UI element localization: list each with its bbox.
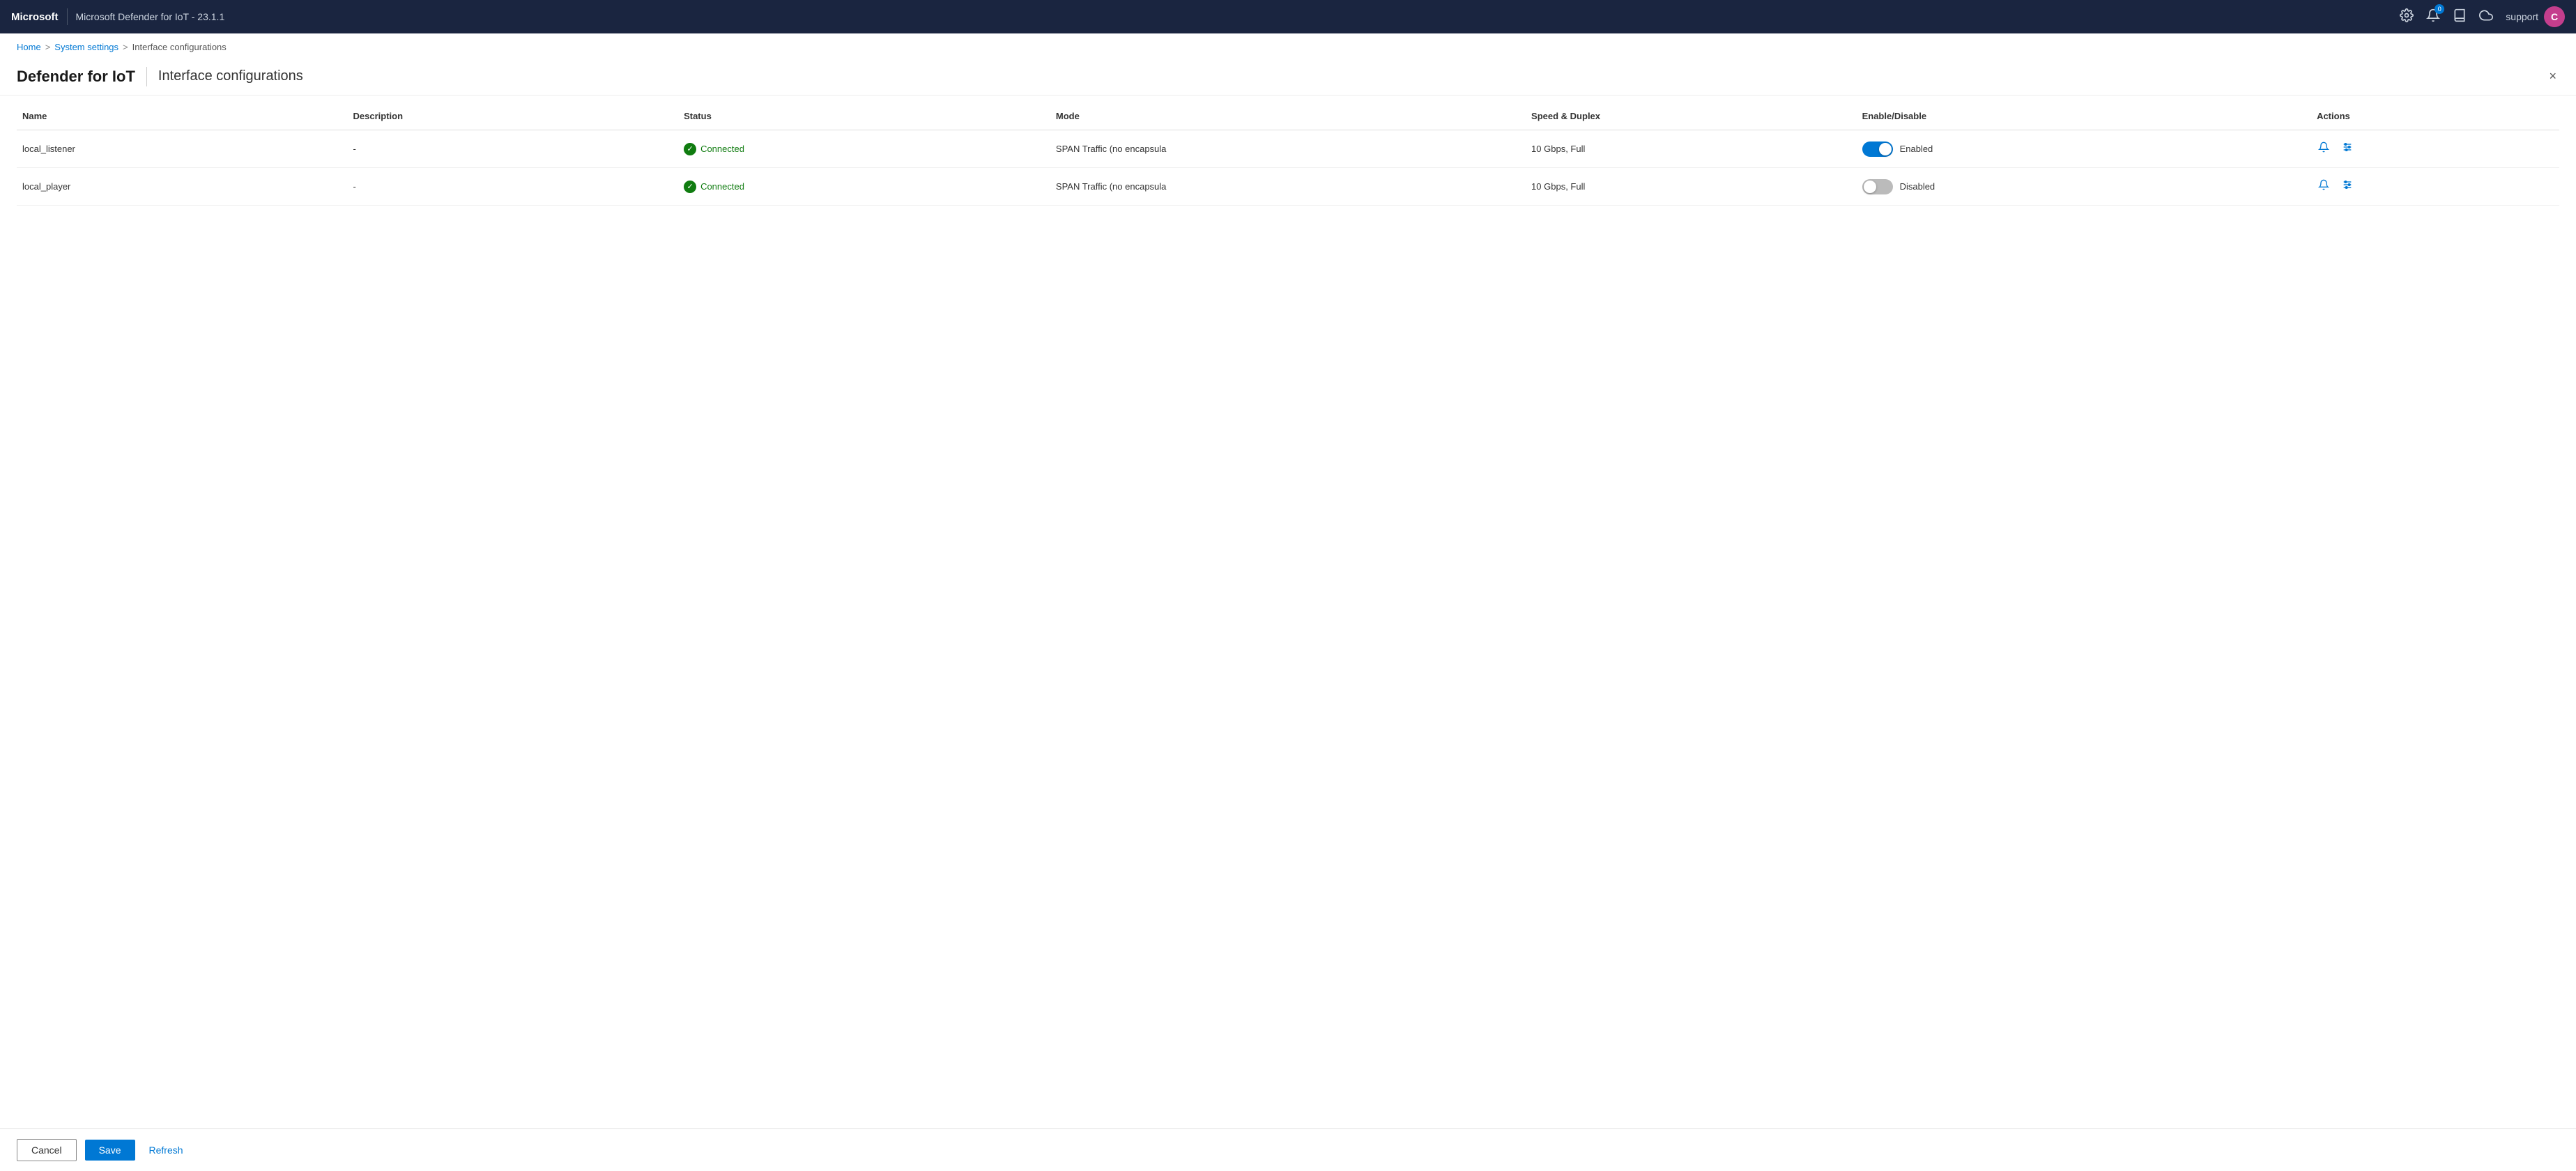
col-header-enable: Enable/Disable <box>1857 101 2311 130</box>
breadcrumb-sep-2: > <box>123 42 128 52</box>
cell-actions-0 <box>2311 130 2559 168</box>
cell-speed-1: 10 Gbps, Full <box>1526 168 1857 206</box>
bell-action-icon-1 <box>2318 179 2329 190</box>
cell-status-1: ✓ Connected <box>678 168 1050 206</box>
cancel-button[interactable]: Cancel <box>17 1139 77 1161</box>
cell-toggle-1: Disabled <box>1857 168 2311 206</box>
col-header-name: Name <box>17 101 348 130</box>
cell-toggle-0: Enabled <box>1857 130 2311 168</box>
book-icon-wrap[interactable] <box>2453 8 2467 26</box>
breadcrumb-current: Interface configurations <box>132 42 227 52</box>
table-header-row: Name Description Status Mode Speed & Dup… <box>17 101 2559 130</box>
col-header-actions: Actions <box>2311 101 2559 130</box>
main-content: Name Description Status Mode Speed & Dup… <box>0 101 2576 206</box>
app-title: Microsoft Defender for IoT - 23.1.1 <box>76 11 225 22</box>
refresh-button[interactable]: Refresh <box>144 1140 189 1161</box>
col-header-speed: Speed & Duplex <box>1526 101 1857 130</box>
user-menu[interactable]: support C <box>2506 6 2565 27</box>
nav-right-actions: 0 support C <box>2400 6 2565 27</box>
status-text-0: Connected <box>700 144 744 154</box>
toggle-knob-1 <box>1864 181 1876 193</box>
breadcrumb: Home > System settings > Interface confi… <box>0 33 2576 55</box>
cell-desc-1: - <box>348 168 679 206</box>
sliders-action-icon-0 <box>2342 141 2353 153</box>
breadcrumb-sep-1: > <box>45 42 51 52</box>
settings-icon-button-1[interactable] <box>2340 178 2354 195</box>
settings-icon-button-0[interactable] <box>2340 140 2354 158</box>
breadcrumb-system-settings[interactable]: System settings <box>54 42 118 52</box>
page-header-divider <box>146 67 147 86</box>
toggle-knob-0 <box>1879 143 1892 155</box>
table-row: local_listener - ✓ Connected SPAN Traffi… <box>17 130 2559 168</box>
cell-status-0: ✓ Connected <box>678 130 1050 168</box>
cell-name-1: local_player <box>17 168 348 206</box>
interface-table: Name Description Status Mode Speed & Dup… <box>17 101 2559 206</box>
page-header: Defender for IoT Interface configuration… <box>0 55 2576 95</box>
cell-name-0: local_listener <box>17 130 348 168</box>
status-text-1: Connected <box>700 181 744 192</box>
col-header-mode: Mode <box>1050 101 1526 130</box>
col-header-description: Description <box>348 101 679 130</box>
toggle-button-1[interactable] <box>1862 179 1893 194</box>
page-subtitle: Interface configurations <box>158 68 303 84</box>
cell-mode-1: SPAN Traffic (no encapsula <box>1050 168 1526 206</box>
toggle-label-0: Enabled <box>1900 144 1933 154</box>
cloud-icon <box>2479 8 2493 22</box>
alert-icon-button-0[interactable] <box>2317 140 2331 158</box>
user-name: support <box>2506 11 2538 22</box>
close-button[interactable]: × <box>2546 66 2559 86</box>
cell-actions-1 <box>2311 168 2559 206</box>
breadcrumb-home[interactable]: Home <box>17 42 41 52</box>
status-dot-0: ✓ <box>684 143 696 155</box>
footer-actions: Cancel Save Refresh <box>0 1128 2576 1171</box>
save-button[interactable]: Save <box>85 1140 135 1161</box>
nav-divider <box>67 8 68 25</box>
toggle-label-1: Disabled <box>1900 181 1935 192</box>
notification-badge: 0 <box>2435 4 2444 14</box>
bell-action-icon-0 <box>2318 141 2329 153</box>
brand-logo: Microsoft <box>11 11 59 23</box>
page-title: Defender for IoT <box>17 68 135 86</box>
notification-icon-wrap[interactable]: 0 <box>2426 8 2440 26</box>
cell-desc-0: - <box>348 130 679 168</box>
settings-icon-wrap[interactable] <box>2400 8 2414 26</box>
settings-icon <box>2400 8 2414 22</box>
table-row: local_player - ✓ Connected SPAN Traffic … <box>17 168 2559 206</box>
toggle-button-0[interactable] <box>1862 141 1893 157</box>
alert-icon-button-1[interactable] <box>2317 178 2331 195</box>
cell-speed-0: 10 Gbps, Full <box>1526 130 1857 168</box>
user-avatar: C <box>2544 6 2565 27</box>
cell-mode-0: SPAN Traffic (no encapsula <box>1050 130 1526 168</box>
status-dot-1: ✓ <box>684 181 696 193</box>
cloud-icon-wrap[interactable] <box>2479 8 2493 26</box>
col-header-status: Status <box>678 101 1050 130</box>
sliders-action-icon-1 <box>2342 179 2353 190</box>
top-navigation: Microsoft Microsoft Defender for IoT - 2… <box>0 0 2576 33</box>
book-icon <box>2453 8 2467 22</box>
